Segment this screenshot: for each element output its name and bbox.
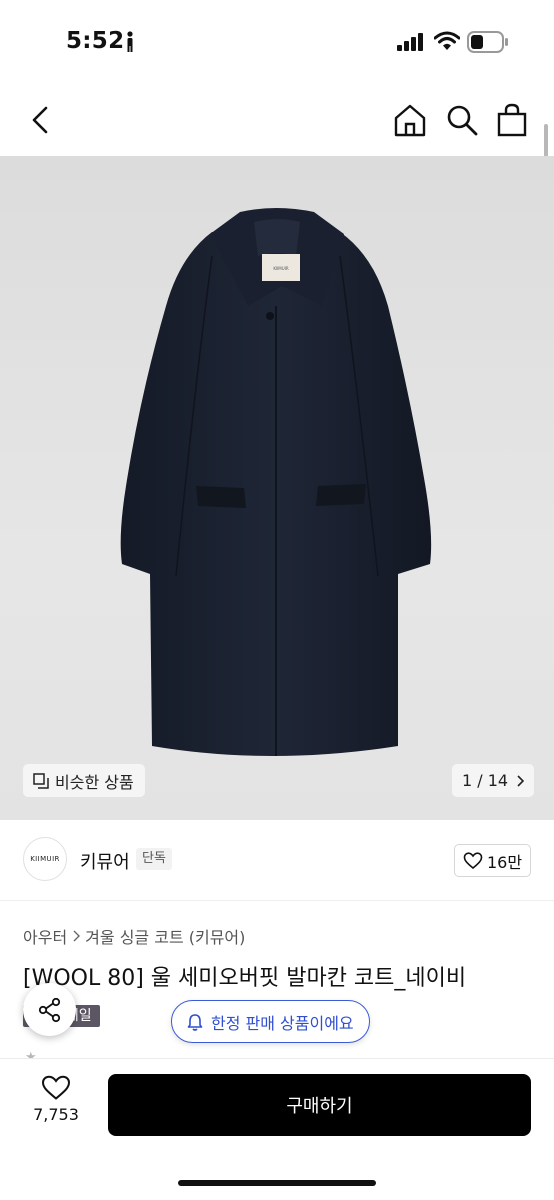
brand-name[interactable]: 키뮤어 — [80, 848, 130, 874]
brand-logo[interactable]: KIIMUIR — [23, 837, 67, 881]
share-button[interactable] — [23, 983, 76, 1036]
brand-row: KIIMUIR 키뮤어 단독 16만 — [0, 820, 554, 900]
image-counter-button[interactable]: 1 / 14 — [452, 764, 535, 797]
search-icon[interactable] — [444, 102, 480, 138]
image-counter-text: 1 / 14 — [462, 771, 509, 790]
share-icon — [38, 997, 60, 1022]
similar-products-label: 비슷한 상품 — [55, 772, 134, 792]
home-icon[interactable] — [392, 102, 428, 138]
wishlist-count: 7,753 — [33, 1105, 79, 1124]
product-title: [WOOL 80] 울 세미오버핏 발마칸 코트_네이비 — [23, 966, 467, 991]
coat-label-text: KIIMUIR — [273, 266, 289, 271]
heart-icon — [41, 1075, 71, 1100]
limited-sale-text: 한정 판매 상품이에요 — [211, 1013, 354, 1033]
wifi-icon — [434, 31, 460, 50]
chevron-right-icon — [73, 930, 81, 942]
home-indicator — [178, 1180, 376, 1186]
coat-image: KIIMUIR — [120, 208, 432, 756]
breadcrumb-item[interactable]: 아우터 — [23, 924, 67, 948]
bell-icon — [187, 1013, 203, 1031]
status-bar: 5:52 — [0, 0, 554, 84]
similar-items-icon — [33, 772, 49, 789]
shopping-bag-icon[interactable] — [494, 102, 530, 138]
status-time: 5:52 — [66, 28, 125, 54]
brand-like-count: 16만 — [486, 852, 523, 872]
breadcrumb-item[interactable]: 겨울 싱글 코트 (키뮤어) — [85, 924, 245, 948]
product-image-gallery[interactable]: KIIMUIR 비슷한 상품 1 / 14 — [0, 156, 554, 820]
similar-products-button[interactable]: 비슷한 상품 — [23, 764, 145, 797]
bottom-action-bar: 7,753 구매하기 — [0, 1058, 554, 1200]
limited-sale-notice: 한정 판매 상품이에요 — [171, 1000, 370, 1043]
chevron-right-icon — [517, 774, 525, 787]
person-icon — [127, 31, 133, 52]
battery-icon — [467, 31, 508, 53]
section-divider — [0, 900, 554, 901]
cellular-signal-icon — [397, 33, 423, 51]
heart-icon — [463, 851, 483, 869]
top-nav-bar — [0, 90, 554, 156]
exclusive-badge: 단독 — [136, 848, 172, 870]
back-arrow-icon[interactable] — [24, 102, 58, 138]
brand-like-button[interactable]: 16만 — [454, 844, 531, 877]
wishlist-button[interactable]: 7,753 — [28, 1075, 84, 1135]
breadcrumb: 아우터 겨울 싱글 코트 (키뮤어) — [23, 924, 245, 948]
buy-button[interactable]: 구매하기 — [108, 1074, 531, 1136]
